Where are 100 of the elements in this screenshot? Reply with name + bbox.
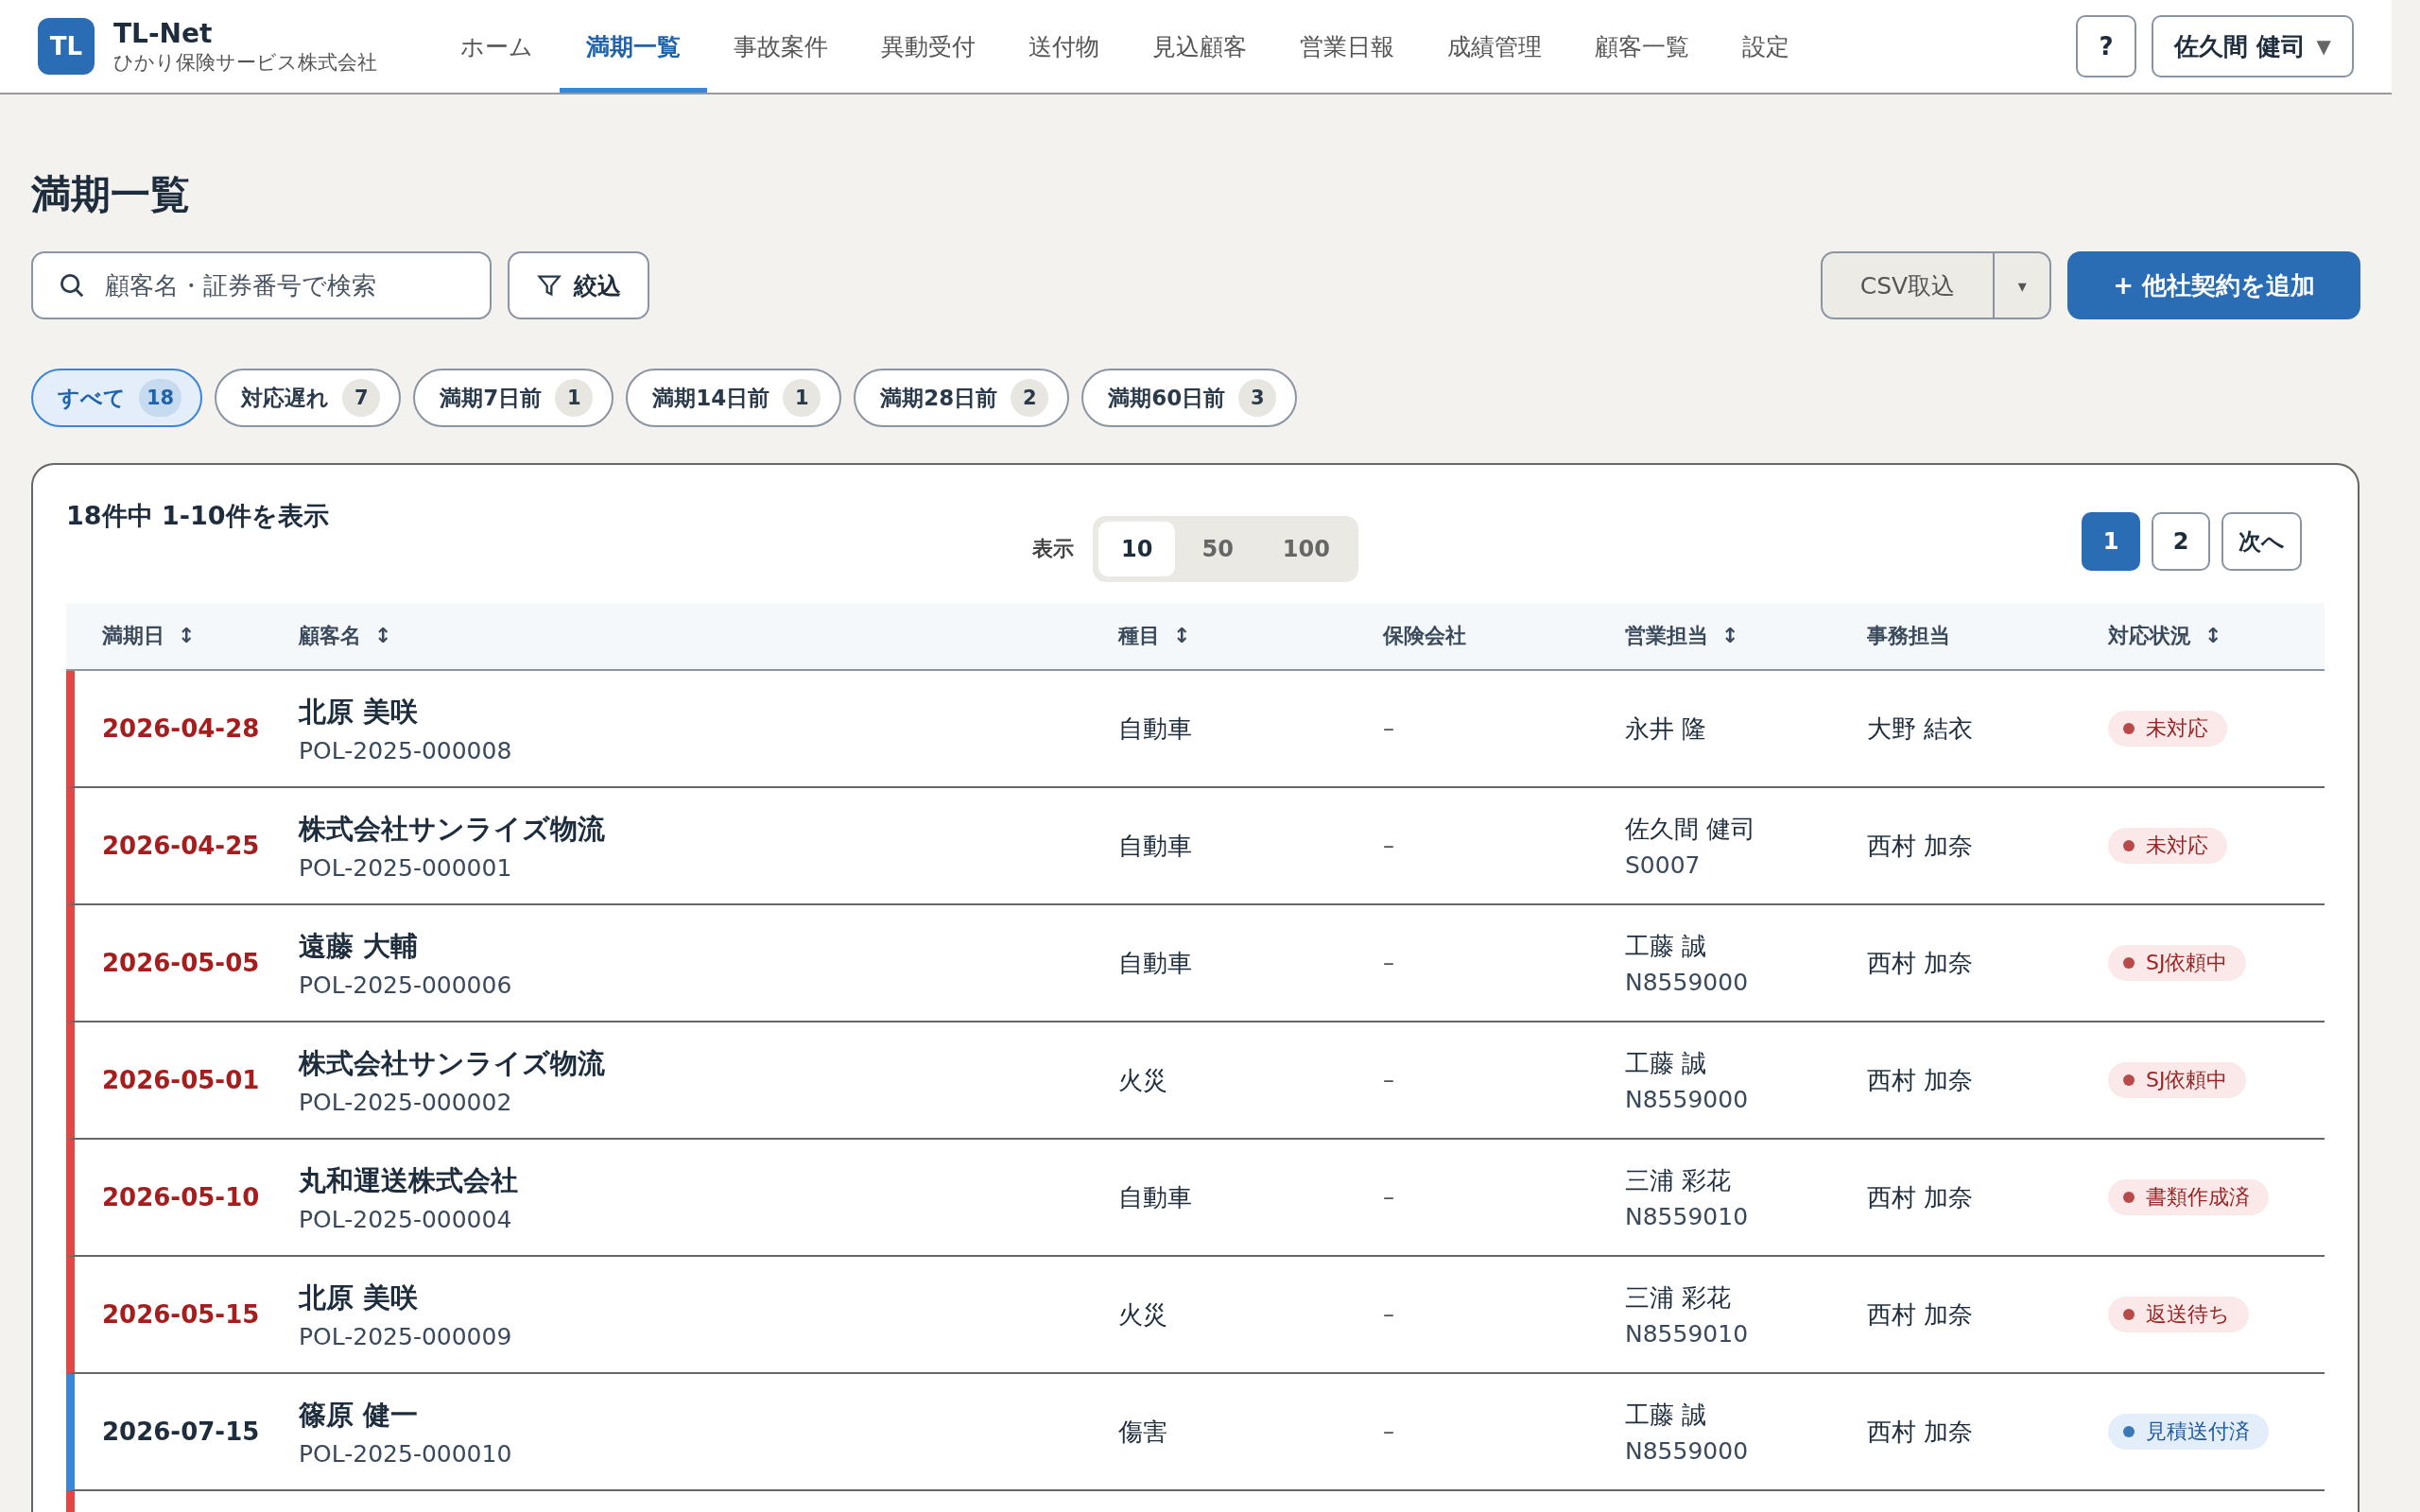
rep-code: S0007 bbox=[1625, 851, 1702, 879]
page-size-option[interactable]: 100 bbox=[1259, 522, 1353, 576]
due-date: 2026-05-01 bbox=[102, 1066, 260, 1094]
nav-tab[interactable]: 異動受付 bbox=[855, 0, 1002, 93]
rep-code: N8559000 bbox=[1625, 1086, 1750, 1113]
add-contract-button[interactable]: + 他社契約を追加 bbox=[2067, 251, 2360, 319]
nav-tab[interactable]: 成績管理 bbox=[1421, 0, 1568, 93]
page-size-option[interactable]: 50 bbox=[1179, 522, 1256, 576]
search-field[interactable]: 顧客名・証券番号で検索 bbox=[31, 251, 492, 319]
customer-name: 北原 美咲 bbox=[299, 694, 420, 730]
table-row[interactable]: 2026-05-01 株式会社サンライズ物流 POL-2025-000002 火災 – 工藤 誠 N8559000 西村 加奈 SJ依頼中 bbox=[66, 1022, 2325, 1140]
table-row[interactable]: 2026-04-25 株式会社サンライズ物流 POL-2025-000001 自動車 – 佐久間 健司 S0007 西村 加奈 未対応 bbox=[66, 788, 2325, 905]
status-badge: 返送待ち bbox=[2108, 1297, 2249, 1332]
insurer-cell: – bbox=[1383, 1301, 1394, 1328]
csv-import-button[interactable]: CSV取込 bbox=[1822, 253, 1996, 318]
policy-number: POL-2025-000008 bbox=[299, 736, 513, 765]
rep-code: N8559000 bbox=[1625, 1437, 1750, 1465]
user-menu-button[interactable]: 佐久間 健司 ▼ bbox=[2151, 15, 2354, 77]
sales-rep: 永井 隆 bbox=[1625, 713, 1708, 745]
rep-code: N8559010 bbox=[1625, 1320, 1750, 1348]
type-cell: 火災 bbox=[1118, 1065, 1167, 1094]
filter-chip[interactable]: 満期7日前 1 bbox=[413, 369, 614, 427]
count-badge: 1 bbox=[783, 379, 821, 417]
dropdown-button[interactable]: ▾ bbox=[1995, 253, 2050, 318]
sales-rep: 三浦 彩花 bbox=[1625, 1165, 1733, 1196]
nav-tab[interactable]: 事故案件 bbox=[707, 0, 855, 93]
type-cell: 自動車 bbox=[1118, 948, 1192, 977]
type-cell: 自動車 bbox=[1118, 831, 1192, 860]
nav-tab[interactable]: 満期一覧 bbox=[560, 0, 707, 93]
page-size-label: 表示 bbox=[1032, 536, 1075, 562]
column-header[interactable]: 種目 ↕ bbox=[1118, 622, 1191, 650]
next-page-button[interactable]: 次へ bbox=[2221, 512, 2302, 571]
customer-name: 遠藤 大輔 bbox=[299, 928, 420, 964]
policy-number: POL-2025-000004 bbox=[299, 1205, 513, 1233]
policy-number: POL-2025-000006 bbox=[299, 971, 513, 999]
sales-rep: 佐久間 健司 bbox=[1625, 814, 1757, 845]
column-header[interactable]: 保険会社 bbox=[1383, 622, 1466, 650]
table-row[interactable]: 2026-05-05 遠藤 大輔 POL-2025-000006 自動車 – 工藤 誠 N8559000 西村 加奈 SJ依頼中 bbox=[66, 905, 2325, 1022]
status-badge: 書類作成済 bbox=[2108, 1179, 2269, 1215]
column-header[interactable]: 事務担当 bbox=[1867, 622, 1950, 650]
admin-staff: 西村 加奈 bbox=[1867, 1417, 1974, 1446]
count-badge: 18 bbox=[139, 379, 182, 417]
policy-number: POL-2025-000009 bbox=[299, 1322, 513, 1350]
nav-tab[interactable]: 見込顧客 bbox=[1126, 0, 1273, 93]
due-date: 2026-04-25 bbox=[102, 832, 260, 860]
nav-tab[interactable]: 顧客一覧 bbox=[1568, 0, 1716, 93]
due-date: 2026-05-05 bbox=[102, 949, 260, 977]
insurer-cell: – bbox=[1383, 1067, 1394, 1093]
due-date: 2026-05-15 bbox=[102, 1300, 260, 1329]
nav-tab[interactable]: ホーム bbox=[434, 0, 560, 93]
policy-number: POL-2025-000001 bbox=[299, 853, 513, 882]
type-cell: 火災 bbox=[1118, 1299, 1167, 1329]
app-name: TL-Net bbox=[113, 17, 214, 49]
company-name: ひかり保険サービス株式会社 bbox=[113, 49, 377, 76]
column-header[interactable]: 顧客名 ↕ bbox=[299, 622, 392, 650]
type-cell: 自動車 bbox=[1118, 713, 1192, 743]
page-button[interactable]: 1 bbox=[2082, 512, 2140, 571]
customer-name: 北原 美咲 bbox=[299, 1280, 420, 1315]
filter-button[interactable]: 絞込 bbox=[508, 251, 649, 319]
sales-rep: 工藤 誠 bbox=[1625, 1400, 1708, 1431]
filter-chip[interactable]: 満期60日前 3 bbox=[1081, 369, 1298, 427]
column-header[interactable]: 対応状況 ↕ bbox=[2108, 622, 2222, 650]
admin-staff: 大野 結衣 bbox=[1867, 713, 1974, 743]
status-badge: 未対応 bbox=[2108, 828, 2227, 864]
insurer-cell: – bbox=[1383, 833, 1394, 859]
nav-tab[interactable]: 営業日報 bbox=[1273, 0, 1421, 93]
insurer-cell: – bbox=[1383, 715, 1394, 742]
page-size-option[interactable]: 10 bbox=[1098, 522, 1176, 576]
filter-chip[interactable]: 満期28日前 2 bbox=[854, 369, 1070, 427]
filter-chip[interactable]: 対応遅れ 7 bbox=[215, 369, 402, 427]
column-header[interactable]: 営業担当 ↕ bbox=[1625, 622, 1739, 650]
filter-chip[interactable]: すべて 18 bbox=[31, 369, 203, 427]
result-summary: 18件中 1-10件を表示 bbox=[66, 500, 330, 532]
customer-name: 篠原 健一 bbox=[299, 1397, 420, 1433]
rep-code: N8559000 bbox=[1625, 969, 1750, 996]
table-row[interactable]: 2026-05-10 丸和運送株式会社 POL-2025-000004 自動車 – 三浦 彩花 N8559010 西村 加奈 書類作成済 bbox=[66, 1140, 2325, 1257]
insurer-cell: – bbox=[1383, 1184, 1394, 1211]
page-title: 満期一覧 bbox=[31, 170, 191, 219]
column-header[interactable]: 満期日 ↕ bbox=[102, 622, 196, 650]
type-cell: 自動車 bbox=[1118, 1182, 1192, 1211]
policy-number: POL-2025-000010 bbox=[299, 1439, 513, 1468]
app-logo: TL bbox=[38, 18, 95, 75]
table-row[interactable]: 2026-07-15 篠原 健一 POL-2025-000010 傷害 – 工藤 誠 N8559000 西村 加奈 見積送付済 bbox=[66, 1374, 2325, 1491]
admin-staff: 西村 加奈 bbox=[1867, 1299, 1974, 1329]
nav-tab[interactable]: 設定 bbox=[1716, 0, 1816, 93]
insurer-cell: – bbox=[1383, 950, 1394, 976]
help-button[interactable]: ? bbox=[2076, 15, 2136, 77]
customer-name: 株式会社サンライズ物流 bbox=[299, 1045, 606, 1081]
page-button[interactable]: 2 bbox=[2152, 512, 2210, 571]
table-row[interactable]: 2026-05-15 北原 美咲 POL-2025-000009 火災 – 三浦 彩花 N8559010 西村 加奈 返送待ち bbox=[66, 1257, 2325, 1374]
admin-staff: 西村 加奈 bbox=[1867, 1065, 1974, 1094]
table-row[interactable]: 2026-04-28 北原 美咲 POL-2025-000008 自動車 – 永井 隆 大野 結衣 未対応 bbox=[66, 671, 2325, 788]
sales-rep: 三浦 彩花 bbox=[1625, 1282, 1733, 1314]
customer-name: 株式会社サンライズ物流 bbox=[299, 811, 606, 847]
filter-chip[interactable]: 満期14日前 1 bbox=[626, 369, 842, 427]
search-icon bbox=[58, 271, 86, 300]
admin-staff: 西村 加奈 bbox=[1867, 1182, 1974, 1211]
status-badge: SJ依頼中 bbox=[2108, 945, 2247, 981]
sales-rep: 工藤 誠 bbox=[1625, 1048, 1708, 1079]
nav-tab[interactable]: 送付物 bbox=[1002, 0, 1126, 93]
